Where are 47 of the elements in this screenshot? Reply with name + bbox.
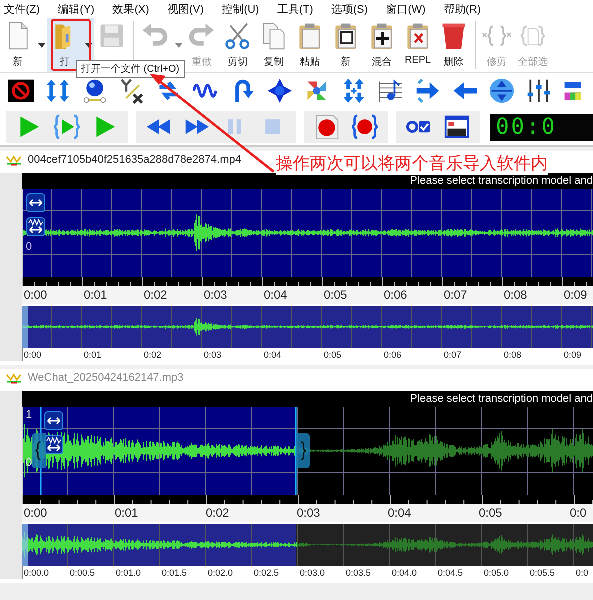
time-label: 0:03.5 — [345, 568, 372, 578]
time-label: 0:05.5 — [529, 568, 556, 578]
time-label: 0:08 — [503, 288, 528, 302]
tooltip: 打开一个文件 (Ctrl+O) — [76, 60, 185, 78]
time-label: 0:0 — [569, 506, 587, 520]
time-label: 0:07 — [443, 350, 463, 360]
time-label: 0:00.5 — [69, 568, 96, 578]
time-label: 0:02.0 — [207, 568, 234, 578]
time-label: 0:04 — [263, 288, 288, 302]
status-message: Please select transcription model and — [410, 393, 593, 405]
time-label: 0:01 — [114, 506, 140, 520]
time-label: 0:00.0 — [23, 568, 50, 578]
time-label: 0:02.5 — [253, 568, 280, 578]
annotation-text: 操作两次可以将两个音乐导入软件内 — [276, 152, 548, 175]
time-label: 0:00 — [23, 350, 43, 360]
time-label: 0:08 — [503, 350, 523, 360]
time-display: 00:0 — [490, 114, 593, 140]
time-label: 0:09 — [563, 350, 582, 360]
time-label: 0:05 — [323, 288, 348, 302]
time-label: 0:01.5 — [161, 568, 188, 578]
status-message: Please select transcription model and — [410, 175, 593, 187]
time-label: 0:07 — [443, 288, 468, 302]
time-label: 0:0 — [575, 568, 589, 578]
time-label: 0:05 — [323, 350, 343, 360]
time-label: 0:05.0 — [483, 568, 510, 578]
time-label: 0:01.0 — [115, 568, 142, 578]
time-label: 0:02 — [143, 350, 163, 360]
time-label: 0:04.0 — [391, 568, 418, 578]
time-label: 0:03 — [203, 288, 228, 302]
time-label: 0:00 — [23, 288, 48, 302]
time-label: 0:04 — [263, 350, 283, 360]
time-label: 0:02 — [205, 506, 230, 520]
time-label: 0:04.5 — [437, 568, 464, 578]
time-label: 0:01 — [83, 350, 103, 360]
time-label: 0:04 — [387, 506, 412, 520]
time-label: 0:01 — [83, 288, 108, 302]
time-label: 0:00 — [23, 506, 48, 520]
amplitude-label: 1 — [26, 409, 32, 421]
time-label: 0:05 — [478, 506, 504, 520]
time-label: 0:06 — [383, 288, 408, 302]
time-label: 0:06 — [383, 350, 403, 360]
time-label: 0:03 — [203, 350, 223, 360]
time-label: 0:03 — [296, 506, 322, 520]
amplitude-label: 0 — [26, 241, 32, 253]
time-label: 0:03.0 — [299, 568, 326, 578]
time-label: 0:09 — [563, 288, 588, 302]
time-label: 0:02 — [143, 288, 168, 302]
